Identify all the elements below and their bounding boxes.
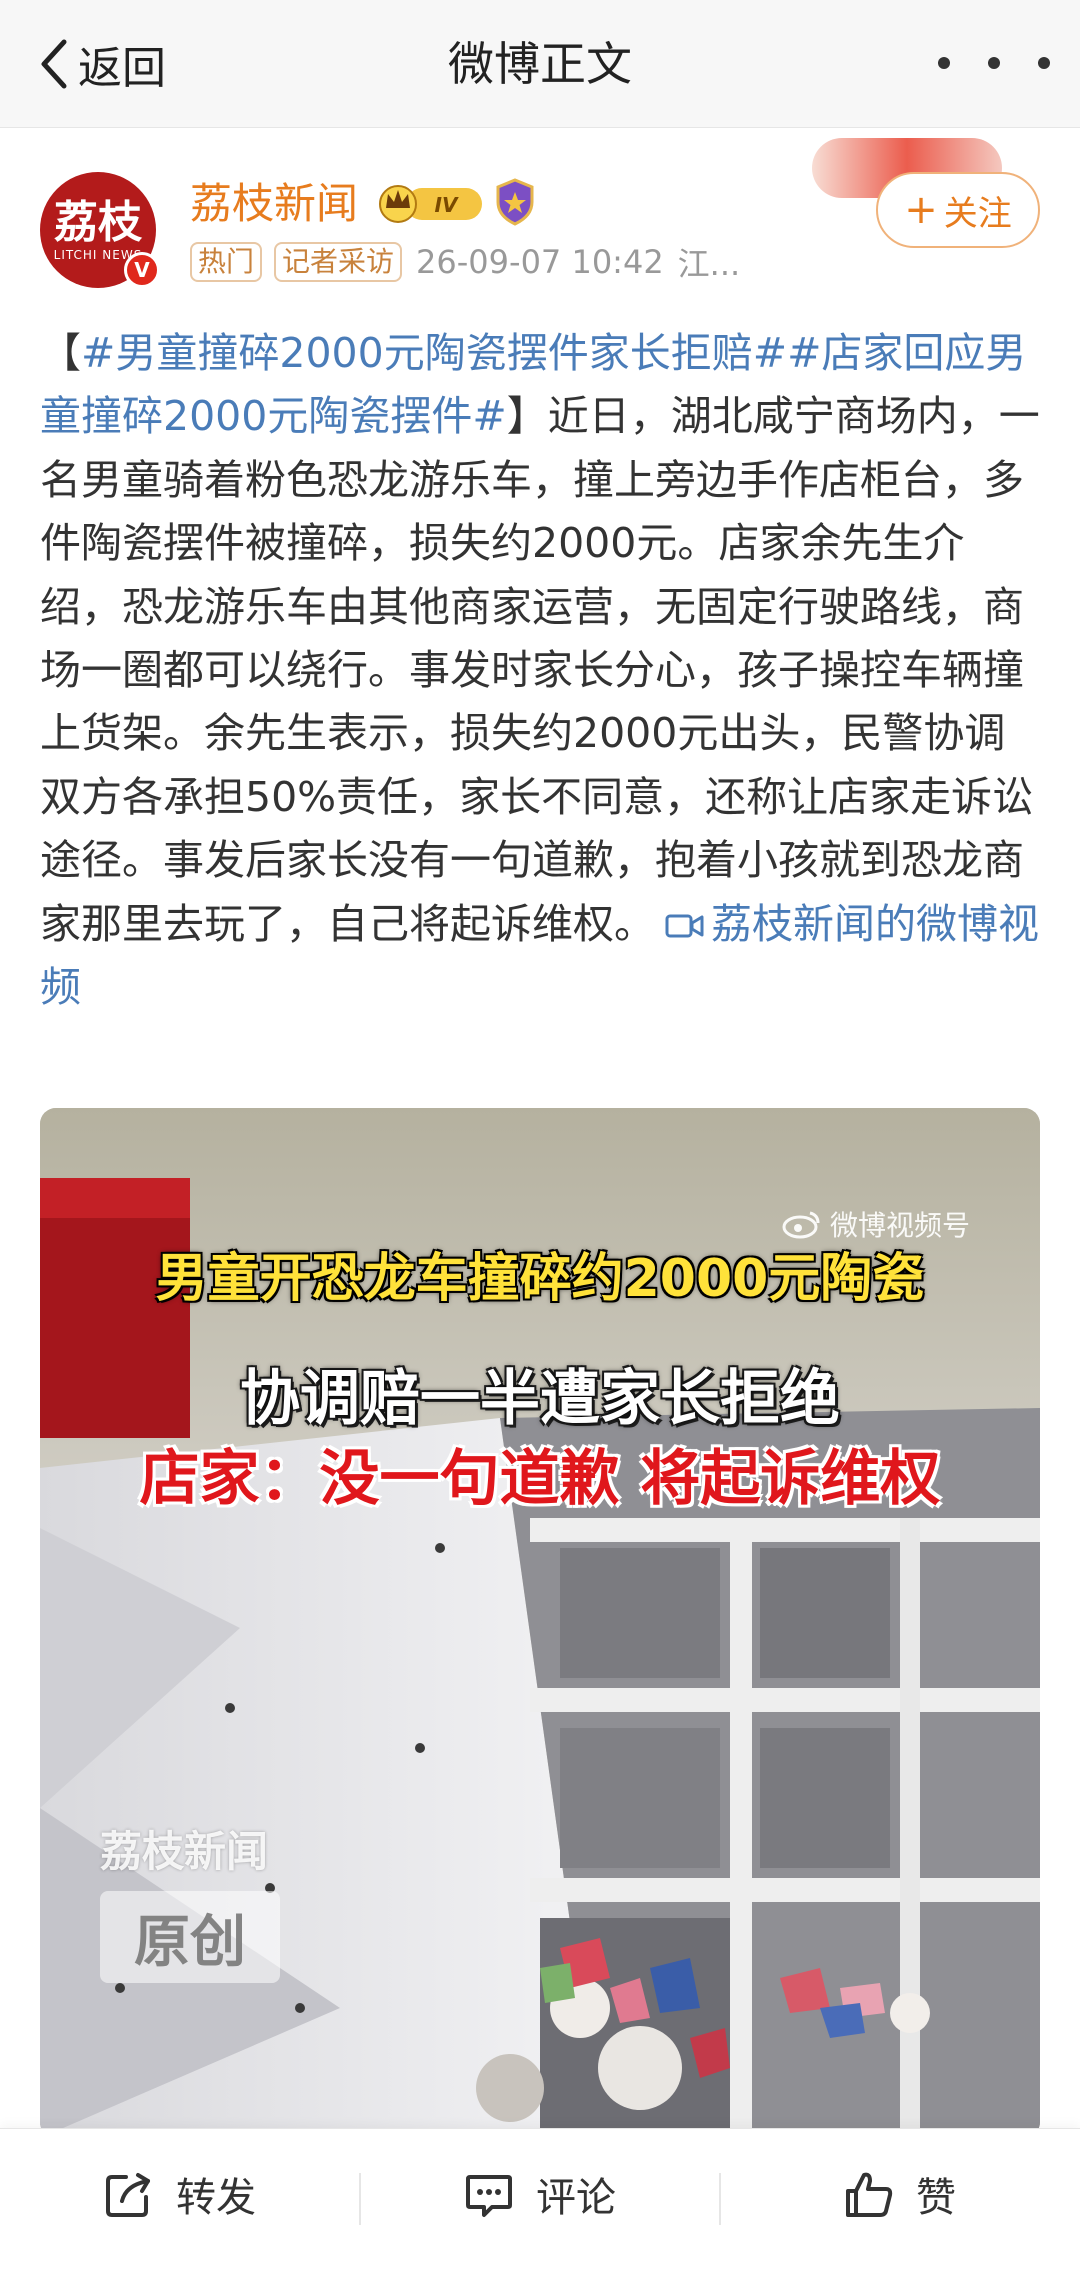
- video-caption-line-3: 店家：没一句道歉 将起诉维权: [139, 1444, 941, 1514]
- litchi-news-watermark: 荔枝新闻 原创: [100, 1818, 280, 1983]
- thumbs-up-icon: [846, 2172, 893, 2217]
- avatar[interactable]: 荔枝 LITCHI NEWS V: [40, 172, 160, 288]
- post-meta: 热门 记者采访 26-09-07 10:42 江...: [190, 240, 740, 284]
- hashtag-link[interactable]: #男童撞碎2000元陶瓷摆件家长拒赔#: [81, 329, 787, 377]
- author-name[interactable]: 荔枝新闻: [190, 176, 358, 232]
- more-dot-icon: [988, 57, 1000, 69]
- more-dot-icon: [938, 57, 950, 69]
- follow-label: 关注: [943, 193, 1012, 234]
- comment-button[interactable]: 评论: [360, 2129, 720, 2259]
- video-player[interactable]: 微博视频号 男童开恐龙车撞碎约2000元陶瓷 协调赔一半遭家长拒绝 店家：没一句…: [40, 1108, 1040, 2138]
- follow-button[interactable]: + 关注: [876, 172, 1040, 248]
- level-badge-text: IV: [435, 193, 459, 217]
- comment-icon: [466, 2175, 512, 2217]
- tag-hot: 热门: [190, 242, 263, 282]
- repost-label: 转发: [176, 2175, 256, 2221]
- video-camera-icon: [665, 914, 704, 938]
- bottom-action-bar: 转发 评论 赞: [0, 2128, 1080, 2289]
- tag-reporter-interview: 记者采访: [274, 242, 403, 282]
- post-body-text: 近日，湖北咸宁商场内，一名男童骑着粉色恐龙游乐车，撞上旁边手作店柜台，多件陶瓷摆…: [40, 392, 1040, 948]
- post-body: 【#男童撞碎2000元陶瓷摆件家长拒赔##店家回应男童撞碎2000元陶瓷摆件#】…: [40, 322, 1040, 1019]
- video-caption-line-1: 男童开恐龙车撞碎约2000元陶瓷: [155, 1249, 925, 1309]
- more-dot-icon: [1038, 57, 1050, 69]
- more-options-button[interactable]: [938, 48, 1050, 78]
- weibo-logo-icon: [782, 1211, 820, 1239]
- repost-icon: [106, 2173, 150, 2217]
- crown-level-badge-icon[interactable]: IV: [376, 180, 486, 226]
- original-badge: 原创: [100, 1891, 280, 1983]
- video-caption-line-2: 协调赔一半遭家长拒绝: [240, 1364, 840, 1434]
- post-location: 江...: [677, 245, 741, 283]
- close-bracket: 】: [506, 392, 548, 441]
- repost-button[interactable]: 转发: [0, 2129, 360, 2259]
- watermark-brand-text: 荔枝新闻: [100, 1827, 269, 1876]
- like-button[interactable]: 赞: [720, 2129, 1080, 2259]
- plus-icon: +: [904, 187, 938, 233]
- top-nav-bar: 返回 微博正文: [0, 0, 1080, 128]
- shield-badge-icon[interactable]: [494, 178, 536, 226]
- post-time: 26-09-07 10:42: [416, 243, 664, 281]
- open-bracket: 【: [40, 329, 81, 377]
- avatar-logo-text: 荔枝: [54, 197, 142, 248]
- verified-badge-icon: V: [124, 252, 160, 288]
- page-title: 微博正文: [448, 37, 632, 91]
- comment-label: 评论: [536, 2175, 616, 2221]
- like-label: 赞: [916, 2175, 956, 2221]
